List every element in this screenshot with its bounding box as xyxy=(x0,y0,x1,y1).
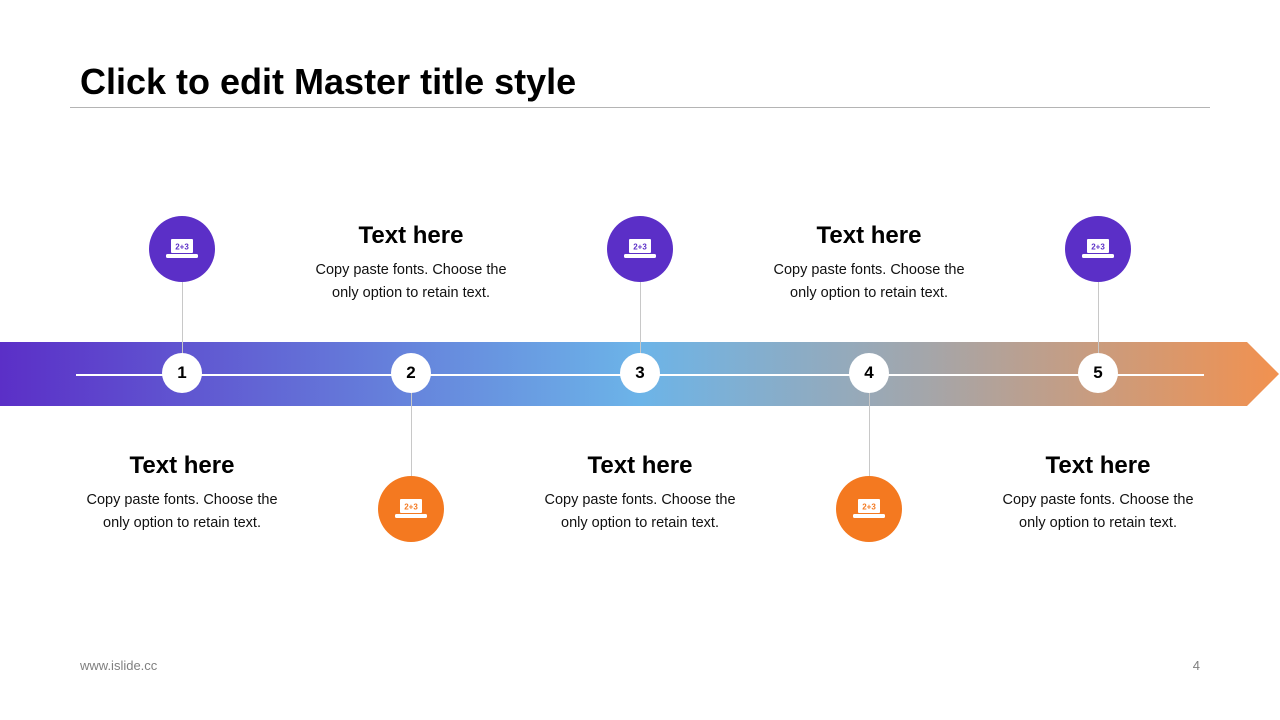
svg-text:2+3: 2+3 xyxy=(404,503,418,512)
laptop-math-icon: 2+3 xyxy=(1082,239,1114,258)
step-number-3: 3 xyxy=(620,353,660,393)
laptop-icon-circle-4: 2+3 xyxy=(836,476,902,542)
laptop-icon-circle-2: 2+3 xyxy=(378,476,444,542)
title-divider xyxy=(70,107,1210,108)
step-text-2: Text here Copy paste fonts. Choose the o… xyxy=(296,221,526,305)
step-body-line: Copy paste fonts. Choose the xyxy=(315,262,507,278)
step-text-3: Text here Copy paste fonts. Choose the o… xyxy=(525,451,755,535)
connector-5 xyxy=(1098,282,1099,354)
step-title: Text here xyxy=(587,452,693,479)
step-body-line: only option to retain text. xyxy=(790,285,948,301)
step-number-5: 5 xyxy=(1078,353,1118,393)
footer-url: www.islide.cc xyxy=(80,658,158,673)
step-title: Text here xyxy=(129,452,235,479)
step-text-4: Text here Copy paste fonts. Choose the o… xyxy=(754,221,984,305)
step-body-line: only option to retain text. xyxy=(561,515,719,531)
step-body-line: Copy paste fonts. Choose the xyxy=(86,492,278,508)
step-body-line: only option to retain text. xyxy=(1019,515,1177,531)
page-number: 4 xyxy=(1192,658,1200,673)
laptop-math-icon: 2+3 xyxy=(853,499,885,518)
laptop-math-icon: 2+3 xyxy=(395,499,427,518)
step-title: Text here xyxy=(816,222,922,249)
step-body-line: Copy paste fonts. Choose the xyxy=(1002,492,1194,508)
step-text-5: Text here Copy paste fonts. Choose the o… xyxy=(983,451,1213,535)
svg-text:2+3: 2+3 xyxy=(862,503,876,512)
laptop-icon-circle-5: 2+3 xyxy=(1065,216,1131,282)
svg-text:2+3: 2+3 xyxy=(633,243,647,252)
step-body-line: only option to retain text. xyxy=(332,285,490,301)
laptop-math-icon: 2+3 xyxy=(166,239,198,258)
svg-text:2+3: 2+3 xyxy=(1091,243,1105,252)
laptop-math-icon: 2+3 xyxy=(624,239,656,258)
step-title: Text here xyxy=(358,222,464,249)
step-body-line: Copy paste fonts. Choose the xyxy=(773,262,965,278)
step-body-line: only option to retain text. xyxy=(103,515,261,531)
step-title: Text here xyxy=(1045,452,1151,479)
step-body-line: Copy paste fonts. Choose the xyxy=(544,492,736,508)
svg-text:2+3: 2+3 xyxy=(175,243,189,252)
laptop-icon-circle-1: 2+3 xyxy=(149,216,215,282)
step-number-1: 1 xyxy=(162,353,202,393)
laptop-icon-circle-3: 2+3 xyxy=(607,216,673,282)
step-number-2: 2 xyxy=(391,353,431,393)
connector-4 xyxy=(869,392,870,478)
connector-1 xyxy=(182,282,183,354)
connector-3 xyxy=(640,282,641,354)
slide-title: Click to edit Master title style xyxy=(80,61,577,102)
connector-2 xyxy=(411,392,412,478)
step-number-4: 4 xyxy=(849,353,889,393)
step-text-1: Text here Copy paste fonts. Choose the o… xyxy=(67,451,297,535)
